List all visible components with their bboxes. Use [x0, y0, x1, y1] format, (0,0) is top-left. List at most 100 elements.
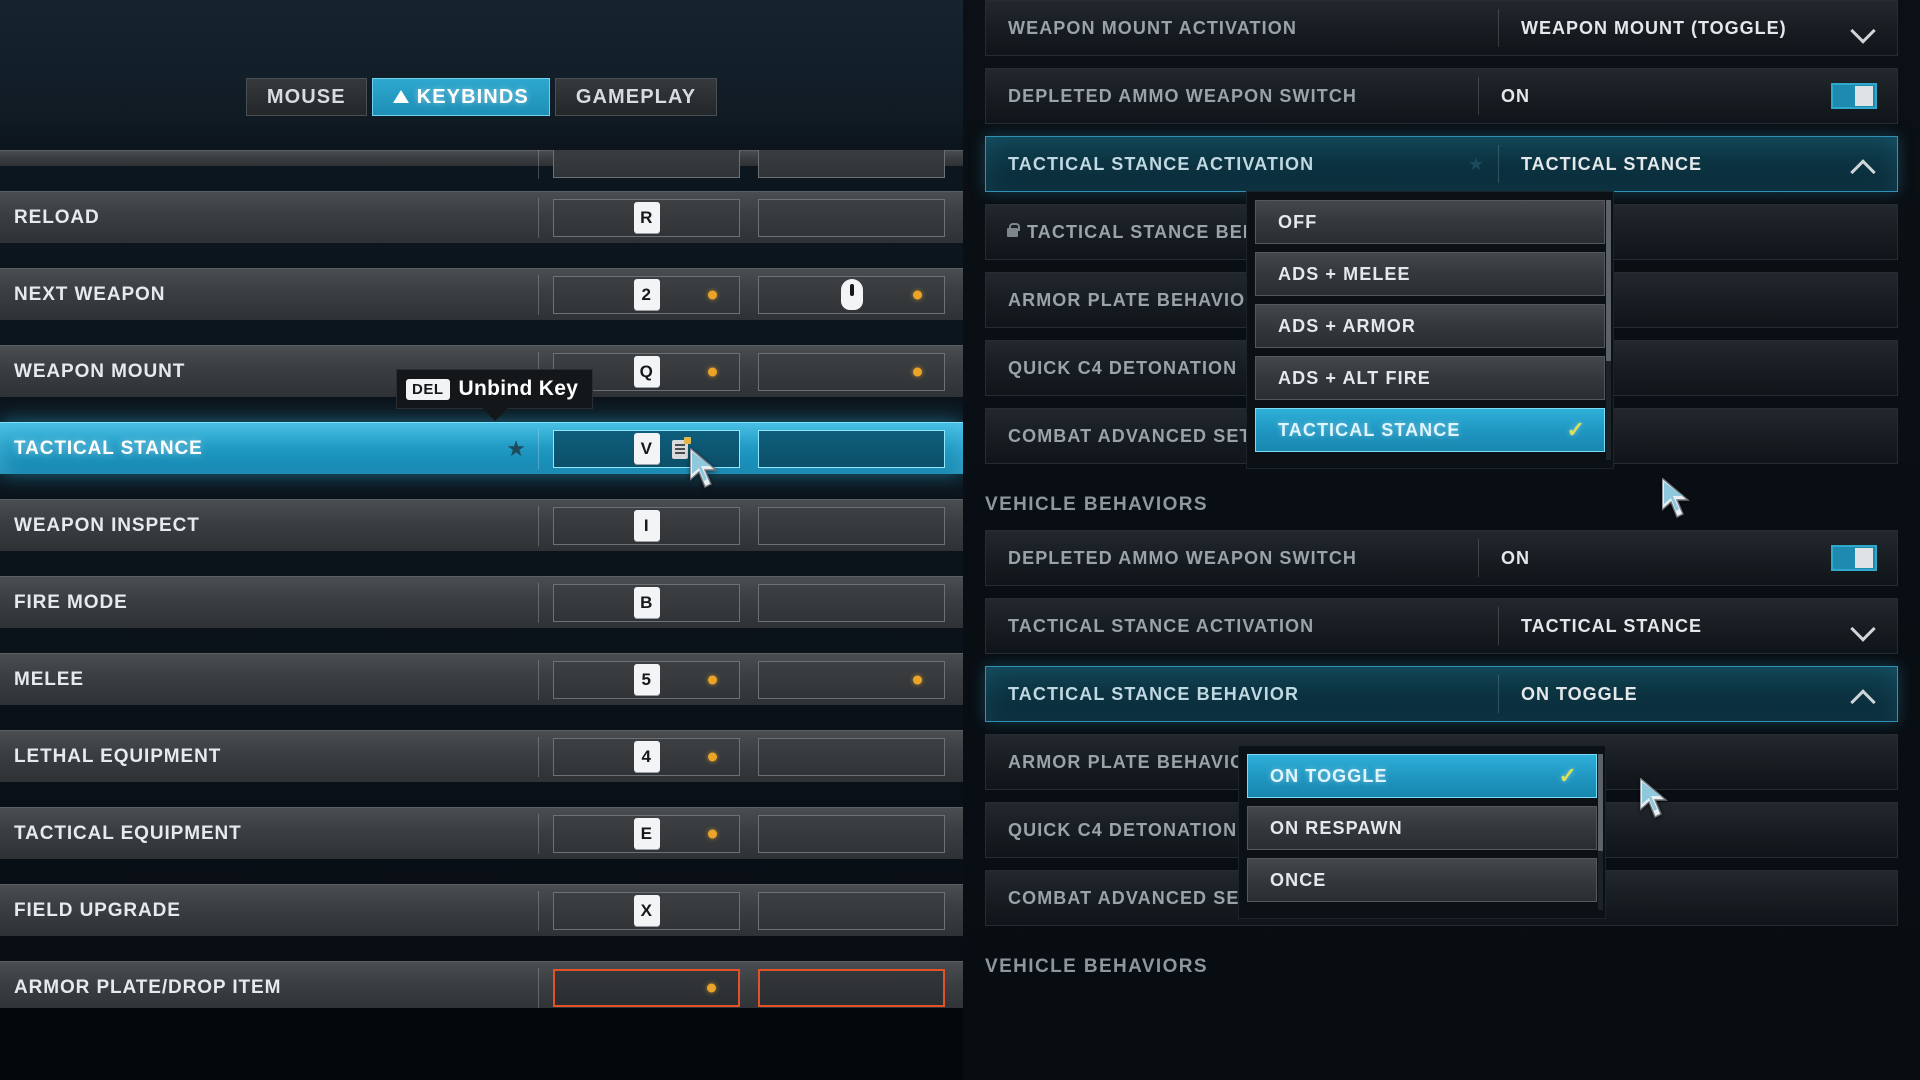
- keybind-slot-primary[interactable]: [553, 968, 740, 1007]
- setting-label: TACTICAL STANCE ACTIVATION: [1008, 615, 1315, 636]
- dropdown-scrollbar[interactable]: [1606, 200, 1611, 460]
- keybind-slot-primary[interactable]: E: [553, 814, 740, 853]
- dropdown-option-label: ADS + MELEE: [1278, 263, 1411, 284]
- keybind-slot-secondary[interactable]: [758, 429, 945, 468]
- keybind-slot-secondary[interactable]: [758, 737, 945, 776]
- keybind-slot-secondary[interactable]: [758, 968, 945, 1007]
- notes-icon[interactable]: [672, 436, 691, 459]
- setting-value: WEAPON MOUNT (TOGGLE): [1521, 17, 1787, 38]
- dropdown-option[interactable]: ON TOGGLE ✓: [1247, 754, 1597, 798]
- keybind-slot-secondary[interactable]: [758, 275, 945, 314]
- setting-row[interactable]: WEAPON MOUNT ACTIVATION WEAPON MOUNT (TOG…: [985, 0, 1898, 56]
- keybind-slot-secondary[interactable]: [758, 814, 945, 853]
- keybind-row[interactable]: MELEE 5: [0, 653, 963, 705]
- combat-settings-panel: WEAPON MOUNT ACTIVATION WEAPON MOUNT (TOG…: [963, 0, 1920, 1080]
- lock-icon: [1007, 222, 1020, 237]
- keycap: Q: [633, 356, 660, 387]
- keybind-slot-primary[interactable]: 5: [553, 660, 740, 699]
- chevron-up-icon[interactable]: [1851, 681, 1877, 707]
- keybind-slot-primary[interactable]: X: [553, 891, 740, 930]
- keybind-row[interactable]: NEXT WEAPON 2: [0, 268, 963, 320]
- settings-tabbar: MOUSE KEYBINDS GAMEPLAY: [0, 78, 963, 116]
- keybind-row[interactable]: FIRE MODE B: [0, 576, 963, 628]
- keycap: V: [633, 433, 660, 464]
- tab-gameplay[interactable]: GAMEPLAY: [554, 78, 718, 116]
- dropdown-option-label: ONCE: [1270, 869, 1327, 890]
- dropdown-option[interactable]: OFF: [1255, 200, 1605, 244]
- toggle-switch[interactable]: [1831, 83, 1877, 109]
- keybind-slot-secondary[interactable]: [758, 150, 945, 178]
- toggle-switch[interactable]: [1831, 545, 1877, 571]
- keybind-slot-primary[interactable]: B: [553, 583, 740, 622]
- chevron-up-icon[interactable]: [1851, 151, 1877, 177]
- keybind-row[interactable]: TACTICAL STANCE ★ V: [0, 422, 963, 474]
- setting-row[interactable]: TACTICAL STANCE ACTIVATION ★ TACTICAL STAN…: [985, 136, 1898, 192]
- keybind-slot-secondary[interactable]: [758, 352, 945, 391]
- keybind-slot-primary[interactable]: V: [553, 429, 740, 468]
- keybind-action-label: RELOAD: [14, 206, 100, 228]
- column-divider: [538, 659, 539, 700]
- keybind-slot-primary[interactable]: 4: [553, 737, 740, 776]
- keybind-row[interactable]: TACTICAL EQUIPMENT E: [0, 807, 963, 859]
- setting-value: TACTICAL STANCE: [1521, 615, 1702, 636]
- dropdown-option[interactable]: ON RESPAWN: [1247, 806, 1597, 850]
- modified-indicator-dot: [708, 290, 717, 299]
- toggle-knob: [1855, 86, 1873, 106]
- setting-label: WEAPON MOUNT ACTIVATION: [1008, 17, 1297, 38]
- scrollbar-thumb[interactable]: [1606, 200, 1611, 362]
- setting-row[interactable]: TACTICAL STANCE ACTIVATION TACTICAL STANC…: [985, 598, 1898, 654]
- setting-row[interactable]: DEPLETED AMMO WEAPON SWITCH ON: [985, 68, 1898, 124]
- tab-keybinds[interactable]: KEYBINDS: [371, 78, 550, 116]
- keybind-list: RELOAD R NEXT WEAPON 2 WEAPON MOUNT Q TACTICAL…: [0, 150, 963, 1010]
- dropdown-tactical-stance-activation[interactable]: OFF ADS + MELEE ADS + ARMOR ADS + ALT FIRE T…: [1246, 191, 1614, 469]
- keycap: I: [633, 510, 660, 541]
- keycap: 5: [633, 664, 660, 695]
- keybind-slot-primary[interactable]: [553, 150, 740, 178]
- chevron-down-icon[interactable]: [1851, 15, 1877, 41]
- dropdown-option[interactable]: TACTICAL STANCE ✓: [1255, 408, 1605, 452]
- tab-label: GAMEPLAY: [575, 85, 697, 108]
- setting-row[interactable]: DEPLETED AMMO WEAPON SWITCH ON: [985, 530, 1898, 586]
- keybind-row[interactable]: LETHAL EQUIPMENT 4: [0, 730, 963, 782]
- keybind-row[interactable]: FIELD UPGRADE X: [0, 884, 963, 936]
- keybind-slot-secondary[interactable]: [758, 660, 945, 699]
- column-divider: [538, 967, 539, 1008]
- keybind-slot-secondary[interactable]: [758, 583, 945, 622]
- star-icon: ★: [1467, 153, 1484, 174]
- setting-label: DEPLETED AMMO WEAPON SWITCH: [1008, 85, 1358, 106]
- dropdown-option[interactable]: ADS + ALT FIRE: [1255, 356, 1605, 400]
- keybind-slot-primary[interactable]: R: [553, 198, 740, 237]
- column-divider: [538, 197, 539, 238]
- dropdown-option[interactable]: ADS + ARMOR: [1255, 304, 1605, 348]
- check-icon: ✓: [1558, 763, 1578, 788]
- keybind-row[interactable]: ARMOR PLATE/DROP ITEM: [0, 961, 963, 1010]
- dropdown-scrollbar[interactable]: [1598, 754, 1603, 910]
- dropdown-tactical-stance-behavior[interactable]: ON TOGGLE ✓ ON RESPAWN ONCE: [1238, 745, 1606, 919]
- modified-indicator-dot: [913, 367, 922, 376]
- panel-footer: [0, 1008, 963, 1080]
- dropdown-option[interactable]: ADS + MELEE: [1255, 252, 1605, 296]
- column-divider: [538, 582, 539, 623]
- dropdown-option-label: OFF: [1278, 211, 1318, 232]
- keybind-slot-secondary[interactable]: [758, 891, 945, 930]
- setting-value: ON: [1501, 547, 1530, 568]
- modified-indicator-dot: [707, 983, 716, 992]
- scrollbar-thumb[interactable]: [1598, 754, 1603, 851]
- chevron-down-icon[interactable]: [1851, 613, 1877, 639]
- keybind-action-label: ARMOR PLATE/DROP ITEM: [14, 976, 282, 998]
- column-divider: [538, 736, 539, 777]
- tab-mouse[interactable]: MOUSE: [245, 78, 367, 116]
- keybind-slot-primary[interactable]: I: [553, 506, 740, 545]
- keybind-row[interactable]: RELOAD R: [0, 191, 963, 243]
- keybind-row[interactable]: WEAPON INSPECT I: [0, 499, 963, 551]
- dropdown-option[interactable]: ONCE: [1247, 858, 1597, 902]
- keybind-slot-secondary[interactable]: [758, 506, 945, 545]
- setting-row[interactable]: TACTICAL STANCE BEHAVIOR ON TOGGLE: [985, 666, 1898, 722]
- keycap: B: [633, 587, 660, 618]
- keybind-action-label: NEXT WEAPON: [14, 283, 166, 305]
- toggle-knob: [1855, 548, 1873, 568]
- keybind-slot-secondary[interactable]: [758, 198, 945, 237]
- setting-label: TACTICAL STANCE ACTIVATION: [1008, 153, 1315, 174]
- tab-label: KEYBINDS: [416, 85, 529, 108]
- keybind-slot-primary[interactable]: 2: [553, 275, 740, 314]
